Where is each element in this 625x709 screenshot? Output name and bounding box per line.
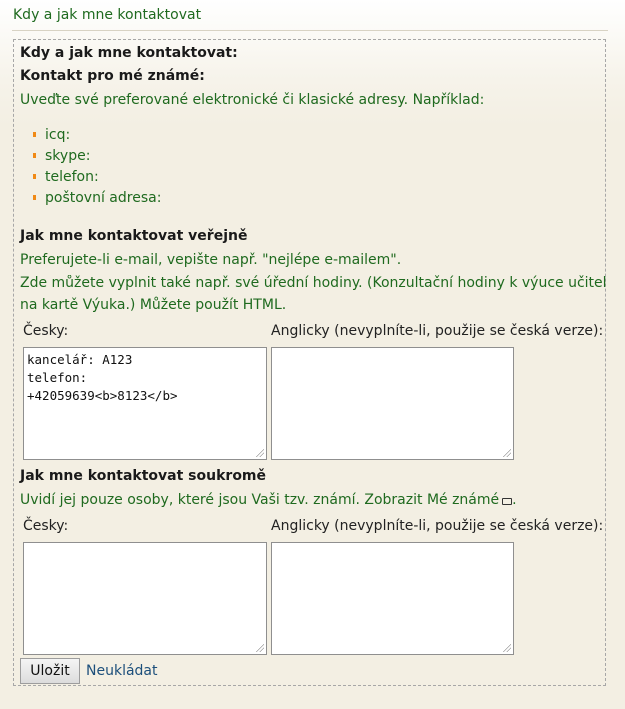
section-title: Kdy a jak mne kontaktovat: [20, 45, 238, 61]
list-item: telefon: [33, 167, 161, 188]
resize-grip-icon[interactable] [256, 449, 264, 457]
public-note-html: na kartě Výuka.) Můžete použít HTML. [20, 297, 287, 313]
public-label-czech: Česky: [23, 323, 69, 339]
public-english-textarea[interactable] [271, 347, 514, 460]
private-note-text: Uvidí jej pouze osoby, které jsou Vaši t… [20, 492, 500, 508]
list-item: poštovní adresa: [33, 188, 161, 209]
friends-heading: Kontakt pro mé známé: [20, 68, 205, 84]
private-label-english: Anglicky (nevyplníte-li, použije se česk… [271, 518, 604, 534]
private-czech-textarea[interactable] [23, 542, 267, 655]
private-label-czech: Česky: [23, 518, 69, 534]
public-note-email: Preferujete-li e-mail, vepište např. "ne… [20, 252, 402, 268]
private-english-textarea[interactable] [271, 542, 514, 655]
resize-grip-icon[interactable] [256, 644, 264, 652]
list-item: skype: [33, 146, 161, 167]
resize-grip-icon[interactable] [503, 644, 511, 652]
friends-instructions: Uveďte své preferované elektronické či k… [20, 92, 485, 108]
private-note: Uvidí jej pouze osoby, které jsou Vaši t… [20, 492, 517, 508]
private-heading: Jak mne kontaktovat soukromě [20, 468, 267, 484]
public-czech-textarea[interactable] [23, 347, 267, 460]
cancel-link[interactable]: Neukládat [86, 663, 158, 679]
list-item: icq: [33, 125, 161, 146]
page-title: Kdy a jak mne kontaktovat [13, 7, 202, 23]
resize-grip-icon[interactable] [503, 449, 511, 457]
title-divider [12, 30, 608, 31]
example-list: icq: skype: telefon: poštovní adresa: [33, 125, 161, 209]
save-button[interactable]: Uložit [20, 658, 80, 684]
public-label-english: Anglicky (nevyplníte-li, použije se česk… [271, 323, 604, 339]
external-window-icon[interactable] [502, 498, 513, 505]
public-heading: Jak mne kontaktovat veřejně [20, 228, 248, 244]
public-note-hours: Zde můžete vyplnit také např. své úřední… [20, 275, 608, 291]
